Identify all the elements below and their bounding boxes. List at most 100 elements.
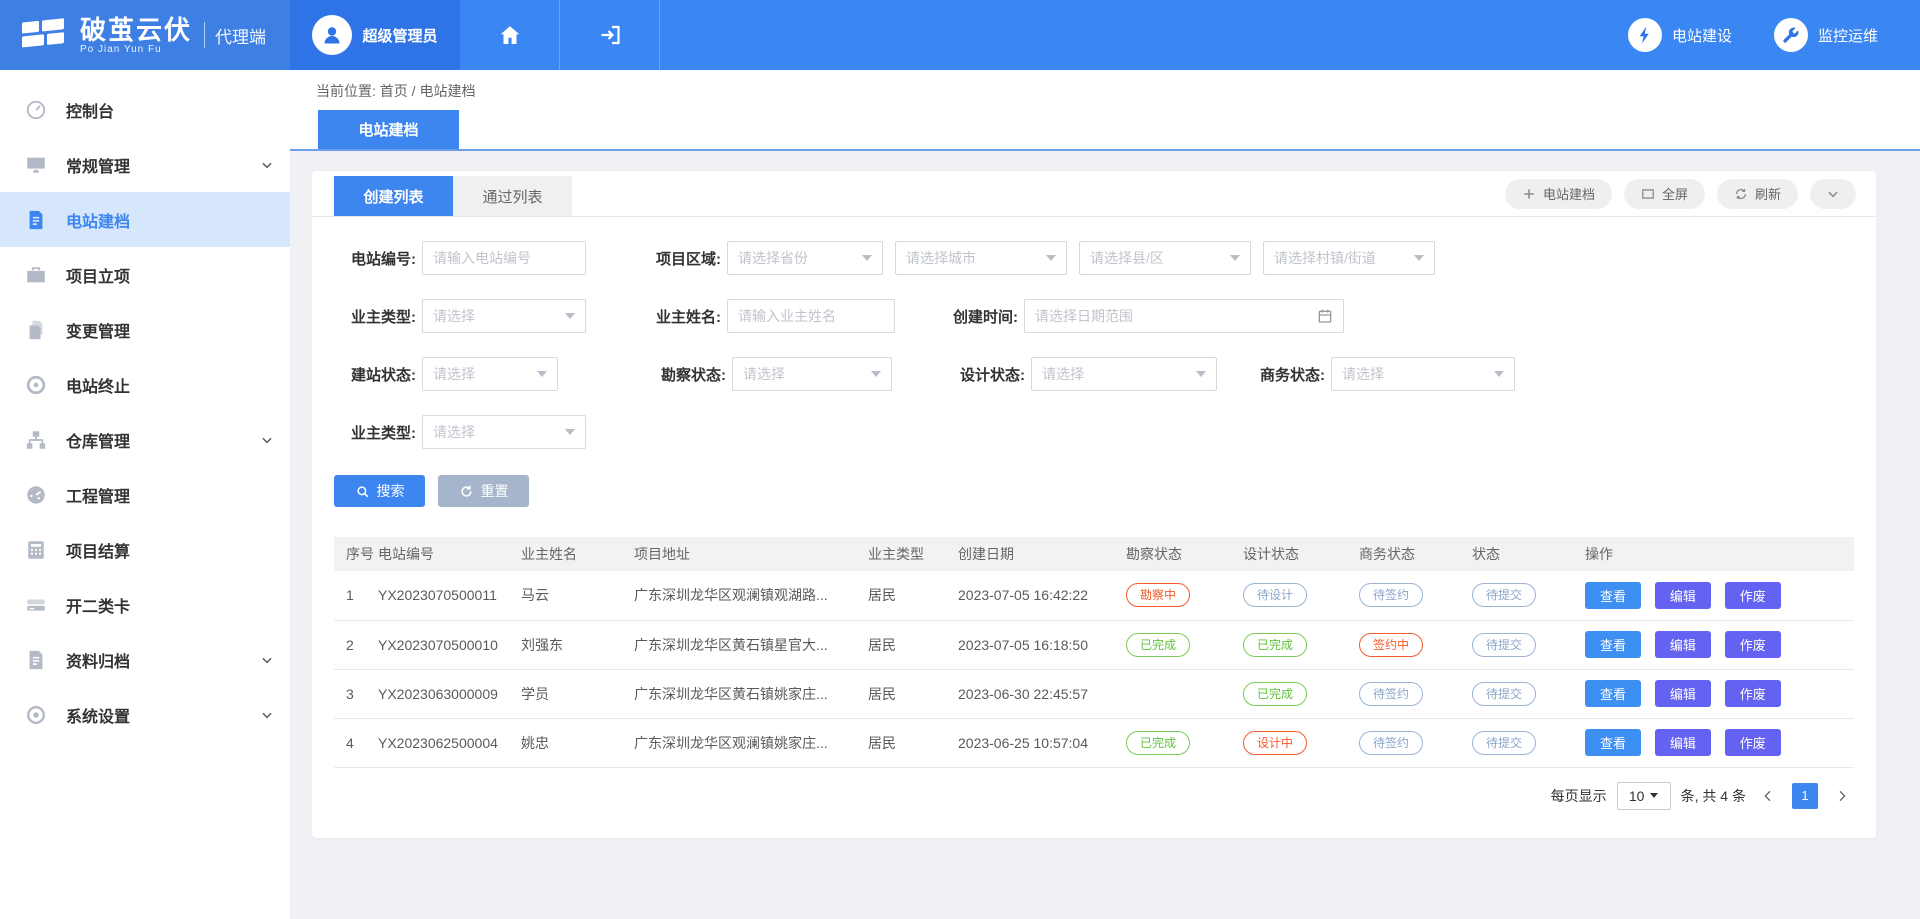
plus-icon: [1522, 187, 1536, 201]
village-select[interactable]: 请选择村镇/街道: [1263, 241, 1435, 275]
top-header: 破茧云伏 Po Jian Yun Fu 代理端 超级管理员 电站建设: [0, 0, 1920, 70]
logout-button[interactable]: [560, 0, 660, 70]
page-tab-station-archive[interactable]: 电站建档: [318, 110, 459, 149]
col-code: 电站编号: [374, 537, 517, 571]
sidebar-item-engineering-management[interactable]: 工程管理: [0, 467, 290, 522]
col-design: 设计状态: [1239, 537, 1355, 571]
tab-create-list[interactable]: 创建列表: [334, 176, 453, 216]
create-station-button[interactable]: 电站建档: [1505, 179, 1612, 209]
survey-status-select[interactable]: 请选择: [732, 357, 892, 391]
design-status-select[interactable]: 请选择: [1031, 357, 1217, 391]
total-label: 条, 共 4 条: [1681, 786, 1746, 806]
collapse-button[interactable]: [1810, 179, 1856, 209]
refresh-button[interactable]: 刷新: [1717, 179, 1798, 209]
chevron-down-icon: [1650, 793, 1658, 798]
page-number-1[interactable]: 1: [1792, 783, 1818, 809]
search-icon: [355, 484, 370, 499]
table-row: 3 YX2023063000009 学员 广东深圳龙华区黄石镇姚家庄... 居民…: [334, 669, 1854, 718]
view-button[interactable]: 查看: [1585, 631, 1641, 658]
search-button[interactable]: 搜索: [334, 475, 425, 507]
edit-button[interactable]: 编辑: [1655, 582, 1711, 609]
panel-card: 创建列表 通过列表 电站建档: [312, 171, 1876, 838]
station-code-input[interactable]: [422, 241, 586, 275]
nav-label: 监控运维: [1818, 25, 1878, 46]
sidebar-item-data-archive[interactable]: 资料归档: [0, 632, 290, 687]
col-business: 商务状态: [1355, 537, 1468, 571]
status-badge: 已完成: [1243, 633, 1307, 657]
sidebar-item-station-archive[interactable]: 电站建档: [0, 192, 290, 247]
void-button[interactable]: 作废: [1725, 631, 1781, 658]
sidebar-item-change-management[interactable]: 变更管理: [0, 302, 290, 357]
status-badge: 待签约: [1359, 731, 1423, 755]
col-type: 业主类型: [864, 537, 954, 571]
prev-page-button[interactable]: [1756, 788, 1780, 804]
status-badge: 待提交: [1472, 731, 1536, 755]
content-area: 创建列表 通过列表 电站建档: [290, 151, 1920, 919]
sidebar-item-station-termination[interactable]: 电站终止: [0, 357, 290, 412]
brand-area: 破茧云伏 Po Jian Yun Fu 代理端: [0, 0, 290, 70]
owner-type2-select[interactable]: 请选择: [422, 415, 586, 449]
archive-icon: [24, 648, 48, 672]
fullscreen-button[interactable]: 全屏: [1624, 179, 1705, 209]
sidebar-item-general-management[interactable]: 常规管理: [0, 137, 290, 192]
sidebar-item-class2-card[interactable]: 开二类卡: [0, 577, 290, 632]
next-page-button[interactable]: [1830, 788, 1854, 804]
chevron-down-icon: [260, 158, 274, 172]
chevron-down-icon: [862, 255, 872, 261]
date-range-picker[interactable]: 请选择日期范围: [1024, 299, 1344, 333]
brand-title: 破茧云伏: [80, 16, 192, 44]
panel-tabs: 创建列表 通过列表: [334, 176, 572, 216]
owner-type-select[interactable]: 请选择: [422, 299, 586, 333]
view-button[interactable]: 查看: [1585, 729, 1641, 756]
col-status: 状态: [1468, 537, 1581, 571]
sidebar-item-project-initiation[interactable]: 项目立项: [0, 247, 290, 302]
edit-button[interactable]: 编辑: [1655, 729, 1711, 756]
city-select[interactable]: 请选择城市: [895, 241, 1067, 275]
nav-monitoring-ops[interactable]: 监控运维: [1774, 0, 1878, 70]
province-select[interactable]: 请选择省份: [727, 241, 883, 275]
edit-button[interactable]: 编辑: [1655, 680, 1711, 707]
calculator-icon: [24, 538, 48, 562]
chevron-down-icon: [1494, 371, 1504, 377]
void-button[interactable]: 作废: [1725, 680, 1781, 707]
portal-label: 代理端: [215, 23, 266, 48]
status-badge: 待签约: [1359, 682, 1423, 706]
exit-icon: [598, 23, 622, 47]
owner-name-input[interactable]: [727, 299, 895, 333]
view-button[interactable]: 查看: [1585, 582, 1641, 609]
void-button[interactable]: 作废: [1725, 729, 1781, 756]
void-button[interactable]: 作废: [1725, 582, 1781, 609]
topbar: 当前位置: 首页 / 电站建档 电站建档: [290, 70, 1920, 151]
tab-approved-list[interactable]: 通过列表: [453, 176, 572, 216]
page-size-select[interactable]: 10: [1617, 782, 1671, 810]
view-button[interactable]: 查看: [1585, 680, 1641, 707]
status-badge: 已完成: [1126, 731, 1190, 755]
sidebar-item-warehouse-management[interactable]: 仓库管理: [0, 412, 290, 467]
sidebar-item-system-settings[interactable]: 系统设置: [0, 687, 290, 742]
filter-label-create-time: 创建时间:: [930, 306, 1018, 327]
build-status-select[interactable]: 请选择: [422, 357, 558, 391]
filter-label-owner-type: 业主类型:: [334, 306, 416, 327]
filter-label-build-status: 建站状态:: [334, 364, 416, 385]
monitor-icon: [24, 153, 48, 177]
edit-button[interactable]: 编辑: [1655, 631, 1711, 658]
sidebar-item-project-settlement[interactable]: 项目结算: [0, 522, 290, 577]
brand-logo-icon: [18, 13, 68, 57]
business-status-select[interactable]: 请选择: [1331, 357, 1515, 391]
county-select[interactable]: 请选择县/区: [1079, 241, 1251, 275]
sidebar-item-console[interactable]: 控制台: [0, 82, 290, 137]
home-button[interactable]: [460, 0, 560, 70]
bolt-icon: [1635, 25, 1655, 45]
reset-button[interactable]: 重置: [438, 475, 529, 507]
status-badge: 签约中: [1359, 633, 1423, 657]
user-menu[interactable]: 超级管理员: [290, 0, 460, 70]
status-badge: 待设计: [1243, 583, 1307, 607]
table-row: 4 YX2023062500004 姚忠 广东深圳龙华区观澜镇姚家庄... 居民…: [334, 718, 1854, 767]
toolbar: 电站建档 全屏: [1505, 171, 1856, 216]
nav-station-construction[interactable]: 电站建设: [1628, 0, 1732, 70]
card-icon: [24, 593, 48, 617]
brand-divider: [204, 22, 205, 48]
user-icon: [320, 23, 344, 47]
status-badge: 待提交: [1472, 633, 1536, 657]
wrench-icon: [1781, 26, 1800, 45]
